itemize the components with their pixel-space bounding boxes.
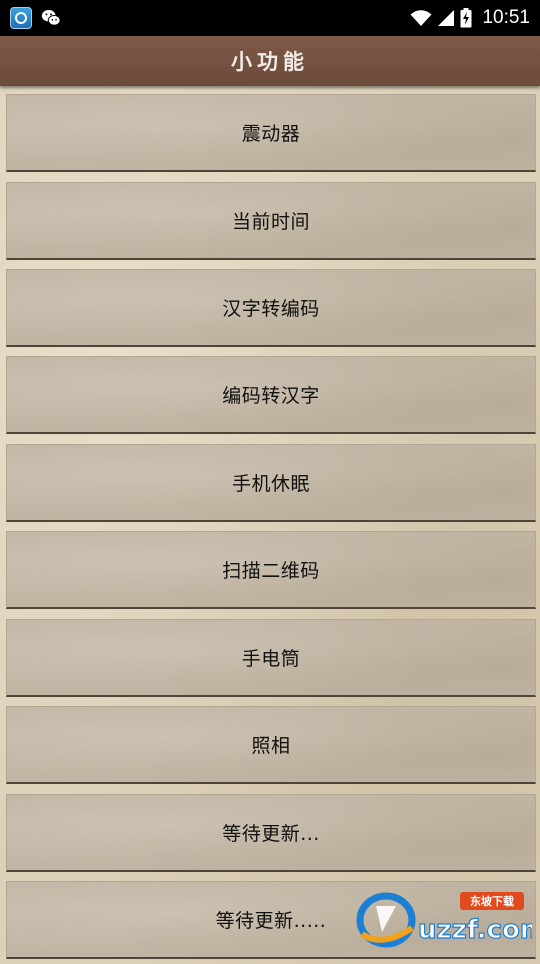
menu-item-label: 汉字转编码: [222, 298, 320, 320]
function-list: 震动器 当前时间 汉字转编码 编码转汉字 手机休眠 扫描二维码 手电筒 照相 等…: [0, 86, 540, 964]
app-notification-icon: [10, 7, 32, 29]
screen: 10:51 小功能 震动器 当前时间 汉字转编码 编码转汉字 手机休眠 扫描二维…: [0, 0, 540, 964]
menu-item-label: 当前时间: [231, 211, 310, 233]
scan-qr-code-button[interactable]: 扫描二维码: [6, 531, 536, 609]
menu-item-label: 等待更新.....: [215, 910, 327, 932]
camera-button[interactable]: 照相: [6, 706, 536, 784]
current-time-button[interactable]: 当前时间: [6, 182, 536, 260]
flashlight-button[interactable]: 手电筒: [6, 619, 536, 697]
chinese-to-code-button[interactable]: 汉字转编码: [6, 269, 536, 347]
page-title: 小功能: [231, 50, 309, 74]
status-bar-left: [10, 7, 62, 29]
uzzf-watermark-logo: 东坡下载 uzzf.com: [356, 892, 532, 948]
menu-item-label: 照相: [251, 735, 291, 757]
pending-update-button[interactable]: 等待更新...: [6, 794, 536, 872]
wechat-icon: [41, 10, 61, 26]
menu-item-label: 扫描二维码: [222, 560, 320, 582]
vibrator-button[interactable]: 震动器: [6, 94, 536, 172]
battery-charging-icon: [460, 8, 472, 28]
code-to-chinese-button[interactable]: 编码转汉字: [6, 356, 536, 434]
status-bar: 10:51: [0, 0, 540, 36]
watermark-brand: uzzf.com: [418, 915, 532, 945]
menu-item-label: 手电筒: [241, 648, 301, 670]
menu-item-label: 编码转汉字: [222, 385, 320, 407]
status-bar-right: 10:51: [410, 7, 530, 29]
status-time: 10:51: [482, 7, 530, 28]
phone-sleep-button[interactable]: 手机休眠: [6, 444, 536, 522]
menu-item-label: 震动器: [241, 123, 301, 145]
wifi-icon: [410, 10, 432, 26]
signal-icon: [438, 10, 455, 26]
menu-item-label: 等待更新...: [222, 823, 320, 845]
watermark-tag: 东坡下载: [470, 894, 514, 908]
menu-item-label: 手机休眠: [231, 473, 310, 495]
app-title-bar: 小功能: [0, 36, 540, 86]
